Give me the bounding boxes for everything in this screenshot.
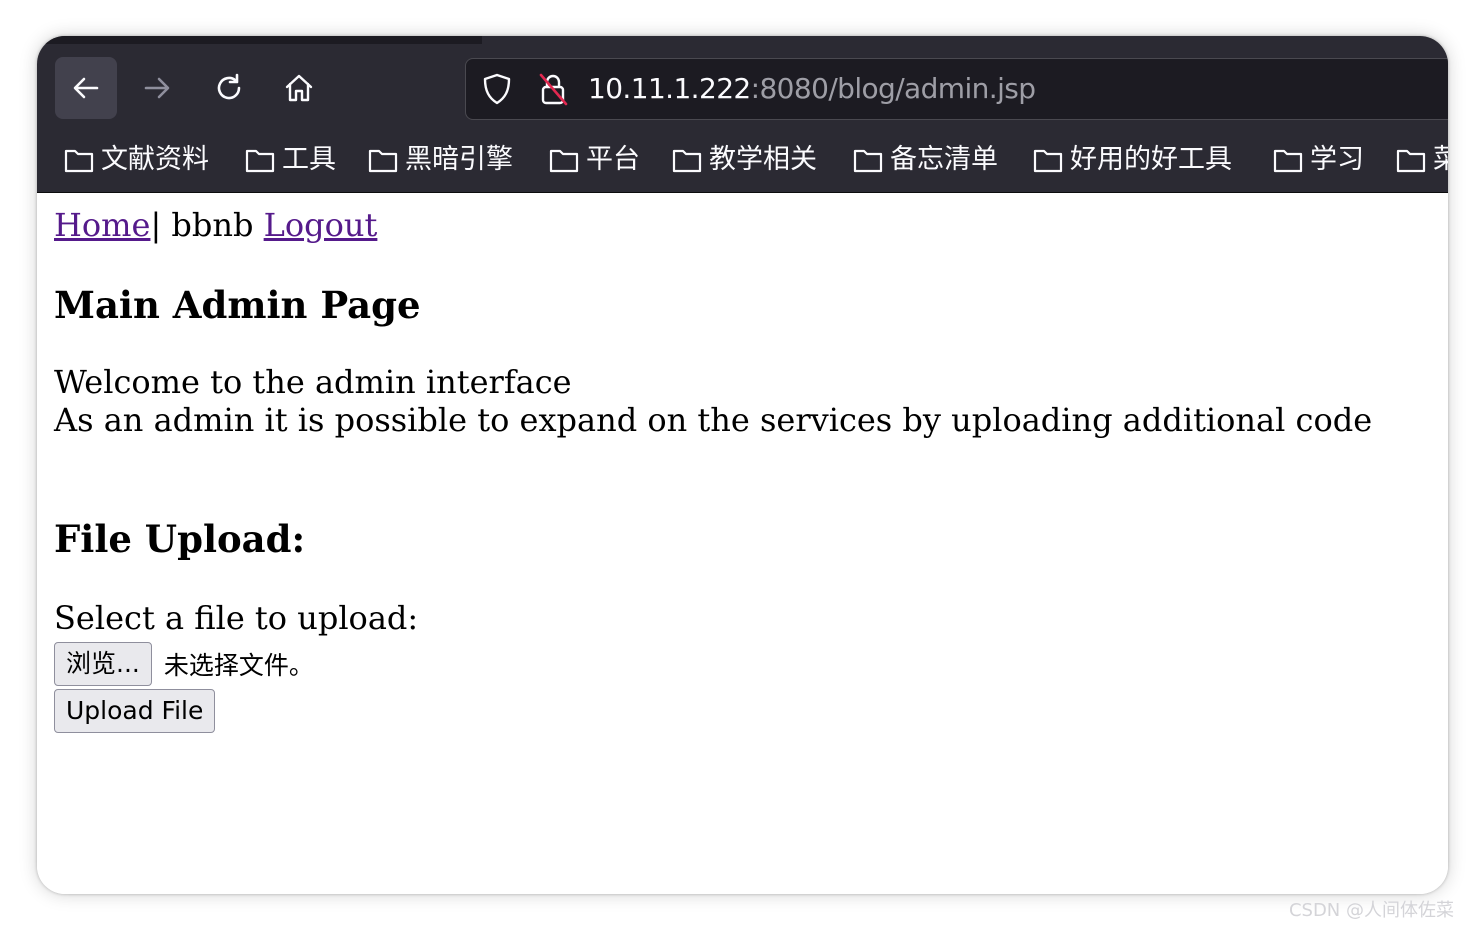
description-text: As an admin it is possible to expand on … <box>54 401 1373 439</box>
bookmark-folder[interactable]: 文献资料 <box>63 142 209 178</box>
folder-icon <box>549 149 579 173</box>
arrow-right-icon <box>144 77 170 99</box>
logout-link[interactable]: Logout <box>264 206 378 244</box>
home-icon <box>285 74 313 102</box>
page-content: Home| bbnb Logout Main Admin Page Welcom… <box>37 193 1448 894</box>
back-button[interactable] <box>55 57 117 119</box>
url-host: 10.11.1.222 <box>588 72 751 105</box>
bookmarks-toolbar: 文献资料 工具 黑暗引擎 平台 教学相关 备忘清单 好用的好工具 学习 菜 <box>37 134 1448 192</box>
bookmark-folder[interactable]: 备忘清单 <box>852 142 998 178</box>
forward-button[interactable] <box>126 57 188 119</box>
bookmark-label: 好用的好工具 <box>1070 144 1232 175</box>
insecure-lock-icon[interactable] <box>536 71 570 107</box>
browse-button[interactable]: 浏览... <box>54 642 152 686</box>
bookmark-folder[interactable]: 教学相关 <box>671 142 817 178</box>
bookmark-folder[interactable]: 黑暗引擎 <box>367 142 513 178</box>
page-title: Main Admin Page <box>54 283 421 327</box>
bookmark-folder[interactable]: 平台 <box>548 142 640 178</box>
url-text[interactable]: 10.11.1.222:8080/blog/admin.jsp <box>588 72 1036 106</box>
navigation-toolbar: 10.11.1.222:8080/blog/admin.jsp <box>37 44 1448 134</box>
select-file-label: Select a file to upload: <box>54 599 419 637</box>
arrow-left-icon <box>73 77 99 99</box>
address-bar[interactable]: 10.11.1.222:8080/blog/admin.jsp <box>465 58 1448 120</box>
file-input[interactable]: 浏览... 未选择文件。 <box>54 641 314 687</box>
folder-icon <box>853 149 883 173</box>
watermark: CSDN @人间体佐菜 <box>1288 900 1454 921</box>
bookmark-label: 教学相关 <box>709 144 817 175</box>
bookmark-folder[interactable]: 学习 <box>1272 142 1364 178</box>
browser-window: 10.11.1.222:8080/blog/admin.jsp 文献资料 工具 … <box>37 36 1448 894</box>
shield-icon[interactable] <box>480 72 514 106</box>
bookmark-label: 学习 <box>1310 144 1364 175</box>
folder-icon <box>64 149 94 173</box>
tab-strip <box>37 36 482 44</box>
nav-username: | bbnb <box>150 206 264 244</box>
file-status: 未选择文件。 <box>163 651 314 680</box>
bookmark-label: 菜 <box>1433 144 1448 175</box>
bookmark-label: 备忘清单 <box>890 144 998 175</box>
browser-chrome: 10.11.1.222:8080/blog/admin.jsp 文献资料 工具 … <box>37 36 1448 193</box>
bookmark-folder[interactable]: 好用的好工具 <box>1032 142 1232 178</box>
home-link[interactable]: Home <box>54 206 150 244</box>
reload-button[interactable] <box>198 57 260 119</box>
url-path: :8080/blog/admin.jsp <box>750 72 1036 105</box>
bookmark-label: 工具 <box>282 144 336 175</box>
folder-icon <box>245 149 275 173</box>
upload-file-button[interactable]: Upload File <box>54 689 216 733</box>
folder-icon <box>368 149 398 173</box>
bookmark-label: 黑暗引擎 <box>405 144 513 175</box>
home-button[interactable] <box>268 57 330 119</box>
page-nav: Home| bbnb Logout <box>54 205 377 245</box>
folder-icon <box>1273 149 1303 173</box>
bookmark-label: 文献资料 <box>101 144 209 175</box>
bookmark-folder[interactable]: 菜 <box>1395 142 1448 178</box>
welcome-text: Welcome to the admin interface <box>54 363 572 401</box>
folder-icon <box>672 149 702 173</box>
folder-icon <box>1396 149 1426 173</box>
bookmark-label: 平台 <box>586 144 640 175</box>
reload-icon <box>217 73 241 100</box>
folder-icon <box>1033 149 1063 173</box>
bookmark-folder[interactable]: 工具 <box>244 142 336 178</box>
upload-heading: File Upload: <box>54 517 306 561</box>
